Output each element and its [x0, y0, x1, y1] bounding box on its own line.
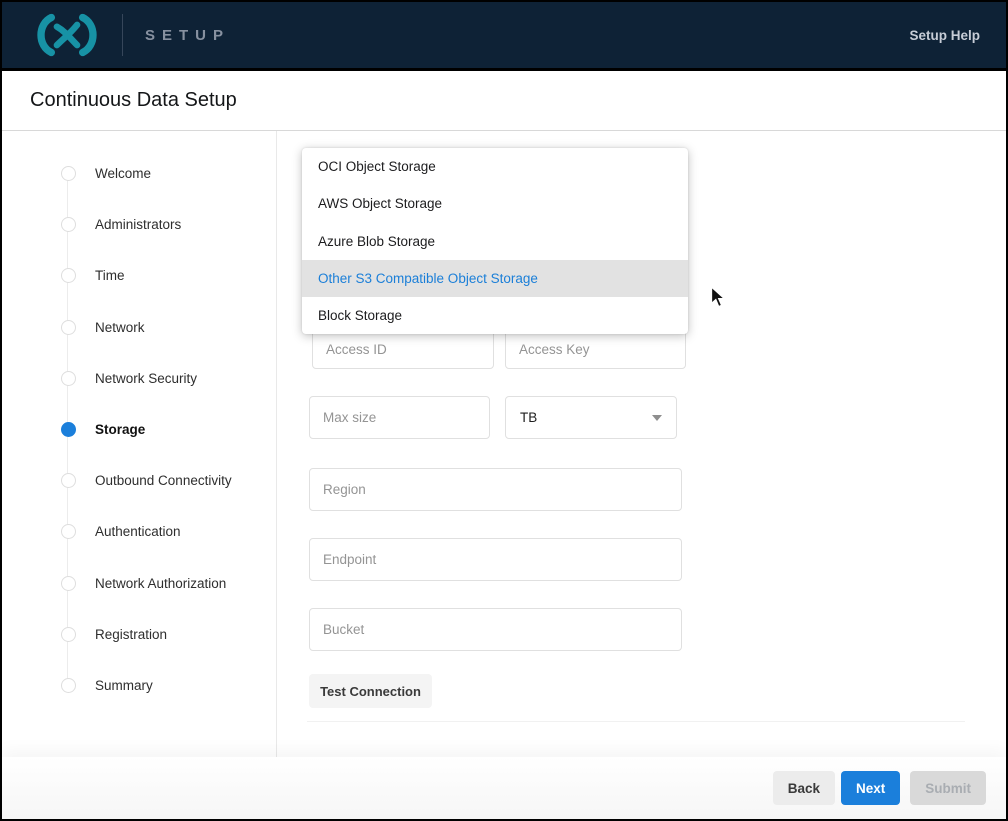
submit-button[interactable]: Submit: [910, 771, 986, 805]
dropdown-option-label: OCI Object Storage: [318, 159, 436, 174]
mouse-cursor-icon: [710, 286, 727, 314]
endpoint-input[interactable]: [309, 538, 682, 581]
stepper-item[interactable]: Administrators: [61, 199, 276, 250]
header-divider: [122, 14, 123, 56]
stepper-item[interactable]: Welcome: [61, 148, 276, 199]
size-unit-select[interactable]: TB: [505, 396, 677, 439]
step-label: Summary: [95, 678, 153, 693]
stepper-item[interactable]: Network Security: [61, 353, 276, 404]
stepper-item[interactable]: Summary: [61, 660, 276, 711]
step-circle-icon: [61, 268, 76, 283]
dropdown-option-label: Block Storage: [318, 308, 402, 323]
step-label: Administrators: [95, 217, 181, 232]
wizard-footer: Back Next Submit: [2, 757, 1006, 819]
access-id-input[interactable]: [312, 330, 494, 369]
step-label: Time: [95, 268, 125, 283]
bucket-input[interactable]: [309, 608, 682, 651]
step-circle-icon: [61, 473, 76, 488]
size-unit-value: TB: [520, 410, 537, 425]
step-circle-icon: [61, 524, 76, 539]
dropdown-option-label: Other S3 Compatible Object Storage: [318, 271, 538, 286]
step-label: Storage: [95, 422, 145, 437]
step-label: Authentication: [95, 524, 181, 539]
step-circle-icon: [61, 576, 76, 591]
step-circle-icon: [61, 320, 76, 335]
stepper-item[interactable]: Authentication: [61, 506, 276, 557]
dropdown-option-label: Azure Blob Storage: [318, 234, 435, 249]
chevron-down-icon: [652, 415, 662, 421]
storage-type-dropdown-menu: OCI Object Storage AWS Object Storage Az…: [302, 148, 688, 334]
step-circle-icon: [61, 371, 76, 386]
step-label: Welcome: [95, 166, 151, 181]
app-header: SETUP Setup Help: [2, 2, 1006, 71]
step-label: Network Security: [95, 371, 197, 386]
step-circle-icon: [61, 422, 76, 437]
stepper-item[interactable]: Registration: [61, 609, 276, 660]
section-divider: [307, 721, 965, 722]
dropdown-option[interactable]: Block Storage: [302, 297, 688, 334]
step-label: Outbound Connectivity: [95, 473, 232, 488]
dropdown-option[interactable]: Other S3 Compatible Object Storage: [302, 260, 688, 297]
region-input[interactable]: [309, 468, 682, 511]
brand-label: SETUP: [145, 27, 230, 44]
stepper-item[interactable]: Network: [61, 302, 276, 353]
max-size-input[interactable]: [309, 396, 490, 439]
test-connection-button[interactable]: Test Connection: [309, 674, 432, 708]
back-button[interactable]: Back: [773, 771, 835, 805]
step-circle-icon: [61, 627, 76, 642]
page-title: Continuous Data Setup: [30, 89, 237, 112]
stepper-item[interactable]: Time: [61, 250, 276, 301]
step-label: Network Authorization: [95, 576, 226, 591]
setup-help-link[interactable]: Setup Help: [909, 28, 980, 43]
setup-wizard-window: SETUP Setup Help Continuous Data Setup W…: [0, 0, 1008, 821]
step-circle-icon: [61, 217, 76, 232]
dropdown-option[interactable]: Azure Blob Storage: [302, 222, 688, 259]
wizard-stepper: Welcome Administrators Time Network Netw…: [61, 148, 276, 711]
access-key-input[interactable]: [505, 330, 686, 369]
dropdown-option-label: AWS Object Storage: [318, 196, 442, 211]
step-circle-icon: [61, 166, 76, 181]
stepper-item[interactable]: Outbound Connectivity: [61, 455, 276, 506]
delphix-logo-icon: [28, 12, 106, 58]
dropdown-option[interactable]: OCI Object Storage: [302, 148, 688, 185]
step-label: Registration: [95, 627, 167, 642]
sidebar-divider: [276, 131, 277, 759]
step-label: Network: [95, 320, 145, 335]
dropdown-option[interactable]: AWS Object Storage: [302, 185, 688, 222]
stepper-item[interactable]: Network Authorization: [61, 558, 276, 609]
next-button[interactable]: Next: [841, 771, 900, 805]
stepper-item[interactable]: Storage: [61, 404, 276, 455]
step-circle-icon: [61, 678, 76, 693]
title-bar: Continuous Data Setup: [2, 71, 1006, 131]
